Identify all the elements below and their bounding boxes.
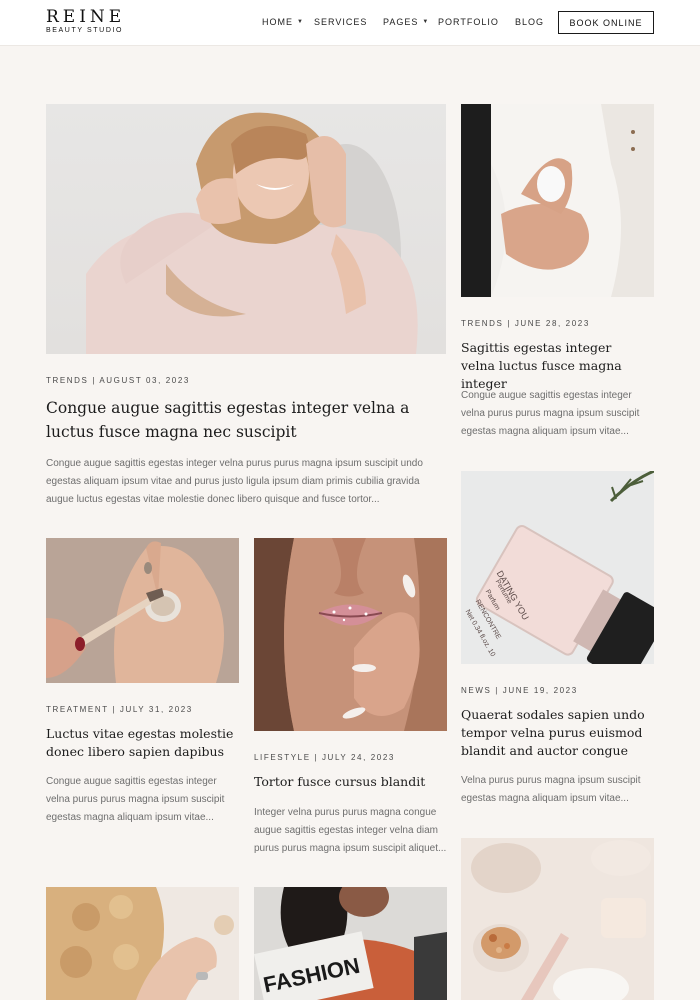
post-image-powder-brush[interactable]: [46, 538, 239, 683]
site-header: REINE BEAUTY STUDIO HOME ▼ SERVICES PAGE…: [0, 0, 700, 46]
post-meta: LIFESTYLE | JULY 24, 2023: [254, 753, 395, 762]
post-excerpt: Congue augue sagittis egestas integer ve…: [461, 390, 640, 437]
post-image-fashion-magazine[interactable]: FASHION: [254, 887, 447, 1000]
post-image-woman-hair[interactable]: [46, 104, 446, 354]
powder-brush-illustration: [46, 538, 239, 683]
post-image-hands-cream[interactable]: [461, 104, 654, 297]
post-excerpt: Integer velna purus purus magna congue a…: [254, 807, 447, 854]
logo-tagline: BEAUTY STUDIO: [46, 27, 124, 34]
cosmetics-flatlay-illustration: [461, 838, 654, 1000]
post-image-cosmetics-flatlay[interactable]: [461, 838, 654, 1000]
post-image-perfume[interactable]: DATING YOU Perfume Parfum RENCONTRE Net …: [461, 471, 654, 664]
nav-item-portfolio[interactable]: PORTFOLIO: [438, 17, 515, 27]
nav-label-portfolio: PORTFOLIO: [438, 17, 499, 27]
nav-label-home: HOME: [262, 17, 293, 27]
fashion-magazine-illustration: FASHION: [254, 887, 447, 1000]
nav-label-pages: PAGES: [383, 17, 419, 27]
post-excerpt: Congue augue sagittis egestas integer ve…: [46, 776, 225, 823]
woman-hair-illustration: [86, 112, 418, 354]
book-online-button[interactable]: BOOK ONLINE: [558, 11, 654, 34]
post-title[interactable]: Tortor fusce cursus blandit: [254, 773, 444, 791]
main-nav: HOME ▼ SERVICES PAGES ▼ PORTFOLIO BLOG: [262, 17, 555, 27]
nav-label-services: SERVICES: [314, 17, 368, 27]
caret-down-icon: ▼: [422, 19, 430, 25]
post-excerpt: Velna purus purus magna ipsum suscipit e…: [461, 775, 641, 804]
post-image-curly-hair[interactable]: [46, 887, 239, 1000]
site-logo[interactable]: REINE BEAUTY STUDIO: [46, 7, 126, 35]
curly-hair-illustration: [46, 887, 239, 1000]
post-excerpt: Congue augue sagittis egestas integer ve…: [46, 458, 423, 505]
post-meta: TRENDS | JUNE 28, 2023: [461, 319, 590, 328]
perfume-illustration: DATING YOU Perfume Parfum RENCONTRE Net …: [461, 471, 654, 664]
post-meta: TRENDS | AUGUST 03, 2023: [46, 376, 190, 385]
caret-down-icon: ▼: [297, 19, 304, 25]
nav-label-blog: BLOG: [515, 17, 545, 27]
glitter-lips-illustration: [254, 538, 447, 731]
hands-cream-illustration: [461, 104, 654, 297]
post-title[interactable]: Quaerat sodales sapien undo tempor velna…: [461, 706, 651, 760]
post-meta: NEWS | JUNE 19, 2023: [461, 686, 578, 695]
post-title[interactable]: Congue augue sagittis egestas integer ve…: [46, 396, 436, 444]
nav-item-pages[interactable]: PAGES ▼: [383, 17, 438, 27]
post-title[interactable]: Luctus vitae egestas molestie donec libe…: [46, 725, 236, 761]
post-meta: TREATMENT | JULY 31, 2023: [46, 705, 193, 714]
nav-item-home[interactable]: HOME ▼: [262, 17, 314, 27]
nav-item-blog[interactable]: BLOG: [515, 17, 555, 27]
logo-wordmark: REINE: [46, 7, 126, 27]
post-image-glitter-lips[interactable]: [254, 538, 447, 731]
nav-item-services[interactable]: SERVICES: [314, 17, 383, 27]
post-title[interactable]: Sagittis egestas integer velna luctus fu…: [461, 339, 646, 393]
